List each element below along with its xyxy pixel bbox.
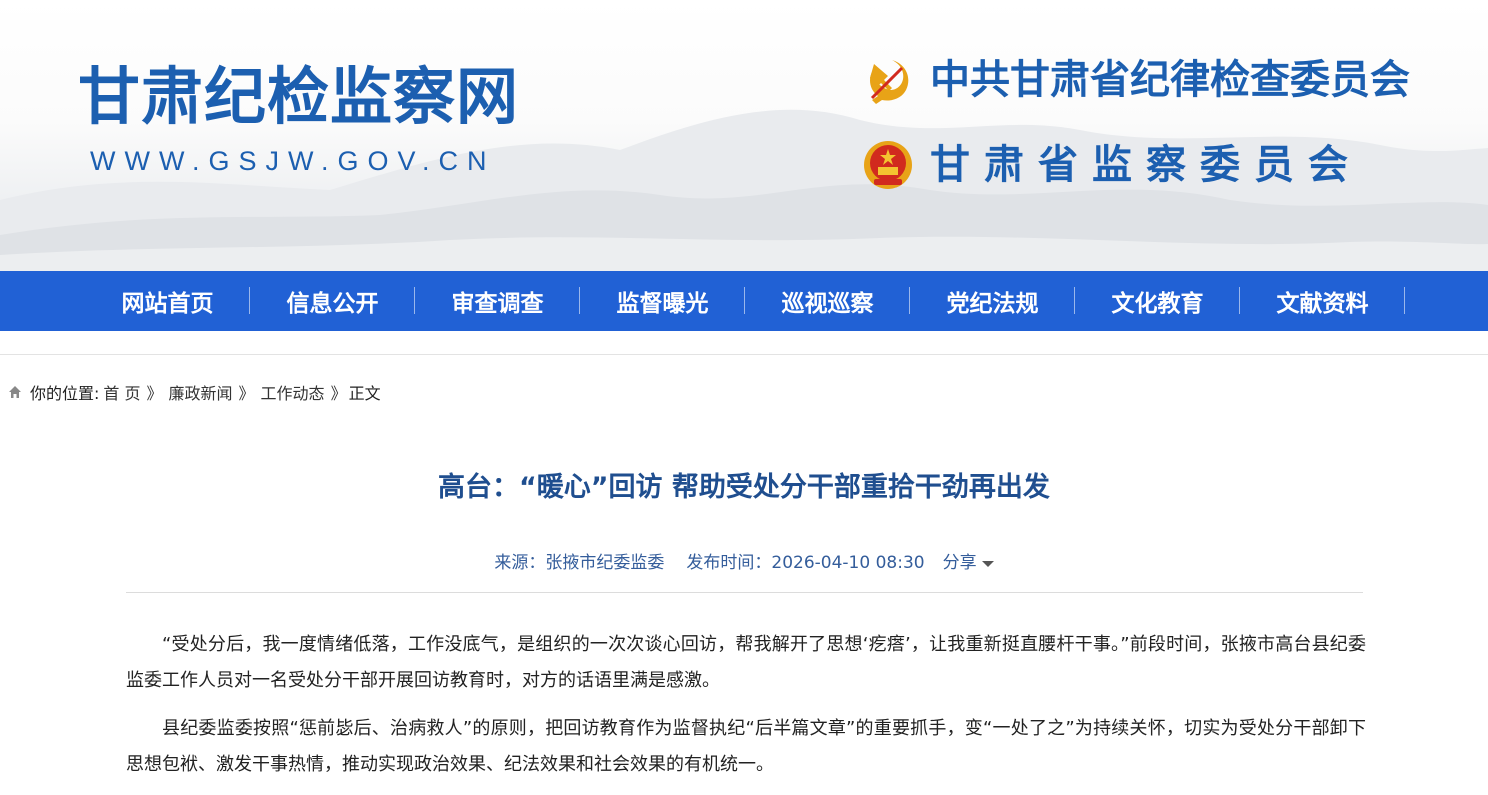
breadcrumb-separator: 》 — [330, 384, 347, 403]
divider — [0, 354, 1488, 355]
chevron-down-icon — [981, 561, 994, 567]
header-banner: 甘肃纪检监察网 WWW.GSJW.GOV.CN 中共甘肃省纪律检查委员会 甘肃省… — [0, 0, 1488, 271]
share-label: 分享 — [942, 553, 977, 573]
breadcrumb-current: 正文 — [348, 384, 381, 403]
breadcrumb-label: 你的位置: — [30, 384, 100, 403]
article-paragraph: 县纪委监委按照“惩前毖后、治病救人”的原则，把回访教育作为监督执纪“后半篇文章”… — [126, 718, 1366, 775]
article-meta: 来源：张掖市纪委监委 发布时间：2026-04-10 08:30 分享 — [0, 551, 1488, 575]
breadcrumb-work-link[interactable]: 工作动态 — [261, 380, 325, 404]
nav-item-info-disclosure[interactable]: 信息公开 — [250, 271, 415, 331]
org-state-line: 甘肃省监察委员会 — [862, 137, 1362, 193]
breadcrumb: 你的位置: 首 页 》 廉政新闻 》 工作动态 》 正文 — [8, 381, 381, 403]
article-paragraph: “受处分后，我一度情绪低落，工作没底气，是组织的一次次谈心回访，帮我解开了思想‘… — [126, 634, 1366, 691]
article-body: “受处分后，我一度情绪低落，工作没底气，是组织的一次次谈心回访，帮我解开了思想‘… — [126, 627, 1366, 795]
nav-item-home[interactable]: 网站首页 — [85, 271, 250, 331]
nav-item-supervision-exposure[interactable]: 监督曝光 — [580, 271, 745, 331]
breadcrumb-separator: 》 — [146, 384, 163, 403]
org-state-name: 甘肃省监察委员会 — [930, 142, 1362, 188]
national-emblem-icon — [864, 141, 912, 189]
nav-item-investigation[interactable]: 审查调查 — [415, 271, 580, 331]
nav-item-party-regulations[interactable]: 党纪法规 — [910, 271, 1075, 331]
article-publish-time: 发布时间：2026-04-10 08:30 — [686, 553, 925, 573]
share-button[interactable]: 分享 — [943, 551, 994, 575]
org-party-line: 中共甘肃省纪律检查委员会 — [862, 52, 1410, 108]
nav-item-culture-education[interactable]: 文化教育 — [1075, 271, 1240, 331]
nav-item-documents[interactable]: 文献资料 — [1240, 271, 1405, 331]
site-url: WWW.GSJW.GOV.CN — [90, 146, 496, 176]
site-title: 甘肃纪检监察网 — [78, 60, 520, 133]
breadcrumb-news-link[interactable]: 廉政新闻 — [169, 380, 233, 404]
org-party-name: 中共甘肃省纪律检查委员会 — [930, 57, 1410, 103]
party-emblem-icon — [870, 60, 909, 104]
nav-list: 网站首页 信息公开 审查调查 监督曝光 巡视巡察 党纪法规 文化教育 文献资料 — [85, 271, 1405, 331]
breadcrumb-home-link[interactable]: 首 页 — [103, 380, 140, 404]
nav-item-inspection[interactable]: 巡视巡察 — [745, 271, 910, 331]
title-divider — [126, 592, 1363, 593]
main-nav: 网站首页 信息公开 审查调查 监督曝光 巡视巡察 党纪法规 文化教育 文献资料 — [0, 271, 1488, 331]
home-icon — [9, 386, 21, 398]
article-title: 高台：“暖心”回访 帮助受处分干部重拾干劲再出发 — [438, 472, 1050, 503]
mountain-background — [0, 109, 1488, 271]
article-source: 来源：张掖市纪委监委 — [494, 553, 665, 573]
breadcrumb-separator: 》 — [238, 384, 255, 403]
